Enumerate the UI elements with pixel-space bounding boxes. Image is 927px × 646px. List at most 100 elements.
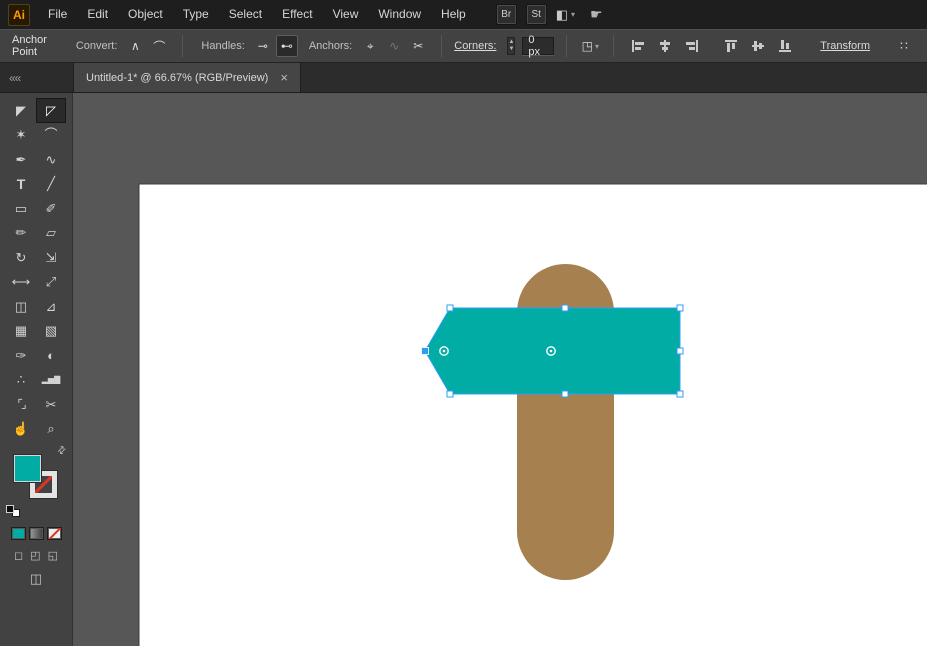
draw-mode-icon: ◻ (14, 550, 24, 562)
screen-mode-button[interactable]: ◫ (30, 571, 42, 587)
color-button[interactable] (10, 527, 26, 540)
width-tool[interactable]: ⟷ (6, 270, 36, 295)
workspace-switcher[interactable]: ◧ ▾ (556, 7, 575, 23)
canvas[interactable] (73, 93, 927, 646)
corners-input[interactable]: 0 px (522, 34, 555, 58)
gradient-tool[interactable]: ▧ (36, 319, 66, 344)
anchor-handle[interactable] (561, 390, 569, 398)
stepper-down-icon[interactable]: ▼ (508, 46, 514, 53)
draw-inside-mode[interactable]: ◱ (48, 549, 58, 562)
convert-to-corner-button[interactable]: ∧ (124, 35, 146, 57)
menu-item[interactable]: Help (431, 0, 476, 29)
menu-item[interactable]: File (38, 0, 77, 29)
tool-panel: ◤ ◸ ✶ ⌒ ✒ ∿ T ╱ ▭ ✐ ✏ ▱ ↻ ⇲ ⟷ ⤢ ◫ ⊿ ▦ ▧ … (0, 93, 73, 646)
direct-selection-tool[interactable]: ◸ (36, 98, 66, 123)
shape-builder-tool[interactable]: ◫ (6, 294, 36, 319)
corners-stepper[interactable]: ▲ ▼ (507, 37, 516, 55)
anchor-handle[interactable] (676, 347, 684, 355)
anchor-handle[interactable] (676, 390, 684, 398)
align-horizontal-center-button[interactable] (653, 35, 677, 57)
horizontal-align-buttons (626, 35, 704, 57)
menu-item[interactable]: Edit (77, 0, 118, 29)
align-vertical-bottom-button[interactable] (773, 35, 797, 57)
document-tab[interactable]: Untitled-1* @ 66.67% (RGB/Preview) × (73, 63, 301, 92)
control-bar: Anchor Point Convert: ∧ ⌒ Handles: ⊸ ⊷ Anc… (0, 29, 927, 63)
pen-tool[interactable]: ✒ (6, 147, 36, 172)
scale-tool[interactable]: ⇲ (36, 245, 66, 270)
perspective-grid-tool[interactable]: ⊿ (36, 294, 66, 319)
anchor-handle[interactable] (446, 390, 454, 398)
symbol-sprayer-tool[interactable]: ∴ (6, 368, 36, 393)
slice-tool[interactable]: ✂ (36, 392, 66, 417)
mesh-tool[interactable]: ▦ (6, 319, 36, 344)
lasso-tool[interactable]: ⌒ (36, 123, 66, 148)
control-panel-menu-icon[interactable]: ∷ (893, 35, 915, 57)
remove-anchor-button[interactable]: ⌖ (359, 35, 381, 57)
align-horizontal-left-icon (632, 40, 645, 52)
align-vertical-center-button[interactable] (746, 35, 770, 57)
touch-workspace-icon[interactable]: ☛ (590, 6, 603, 23)
hide-handles-button[interactable]: ⊸ (252, 35, 274, 57)
eraser-tool[interactable]: ▱ (36, 221, 66, 246)
tool-icon: ⊿ (45, 298, 57, 314)
line-segment-tool[interactable]: ╱ (36, 172, 66, 197)
connect-anchors-button[interactable]: ∿ (383, 35, 405, 57)
tool-icon: ▧ (44, 323, 58, 339)
close-icon[interactable]: × (280, 71, 288, 84)
artboard-tool[interactable]: ⌜⌟ (6, 392, 36, 417)
fill-swatch[interactable] (14, 455, 41, 482)
menu-list: File Edit Object Type Select Effect View Window… (38, 0, 476, 29)
hand-tool[interactable]: ☝ (6, 417, 36, 442)
app-logo[interactable]: Ai (8, 3, 30, 26)
menu-item[interactable]: Window (368, 0, 431, 29)
menu-item[interactable]: Select (219, 0, 272, 29)
anchor-handle[interactable] (561, 304, 569, 312)
anchor-handle[interactable] (676, 304, 684, 312)
type-tool[interactable]: T (6, 172, 36, 197)
draw-behind-mode[interactable]: ◰ (30, 549, 40, 562)
bridge-button[interactable]: Br (495, 4, 517, 25)
menu-item[interactable]: Type (173, 0, 219, 29)
curvature-tool[interactable]: ∿ (36, 147, 66, 172)
tools-grid: ◤ ◸ ✶ ⌒ ✒ ∿ T ╱ ▭ ✐ ✏ ▱ ↻ ⇲ ⟷ ⤢ ◫ ⊿ ▦ ▧ … (6, 98, 66, 441)
convert-to-smooth-button[interactable]: ⌒ (148, 35, 170, 57)
anchor-handle[interactable] (446, 304, 454, 312)
column-graph-tool[interactable]: ▂▅▇ (36, 368, 66, 393)
gradient-button[interactable] (28, 527, 44, 540)
zoom-tool[interactable]: ⌕ (36, 417, 66, 442)
menu-item[interactable]: Object (118, 0, 173, 29)
select-similar-button[interactable]: ◳ ▾ (579, 35, 601, 57)
draw-normal-mode[interactable]: ◻ (14, 549, 23, 562)
menu-item[interactable]: Effect (272, 0, 322, 29)
tool-icon: ▱ (46, 225, 56, 241)
eyedropper-tool[interactable]: ✑ (6, 343, 36, 368)
align-horizontal-left-button[interactable] (626, 35, 650, 57)
align-vertical-top-button[interactable] (719, 35, 743, 57)
selected-anchor-handle[interactable] (421, 347, 429, 355)
none-button[interactable] (46, 527, 62, 540)
tool-icon: ◸ (46, 102, 56, 118)
pencil-tool[interactable]: ✏ (6, 221, 36, 246)
free-transform-tool[interactable]: ⤢ (36, 270, 66, 295)
rotate-tool[interactable]: ↻ (6, 245, 36, 270)
magic-wand-tool[interactable]: ✶ (6, 123, 36, 148)
teal-arrow-shape[interactable] (425, 308, 680, 394)
select-similar-icon: ◳ (581, 39, 593, 53)
blend-tool[interactable]: ◐ (36, 343, 66, 368)
default-fill-stroke-icon[interactable] (6, 505, 20, 517)
align-horizontal-right-button[interactable] (680, 35, 704, 57)
selection-tool[interactable]: ◤ (6, 98, 36, 123)
show-handles-button[interactable]: ⊷ (275, 35, 298, 57)
menu-item[interactable]: View (323, 0, 369, 29)
anchors-label: Anchors: (308, 40, 353, 52)
transform-link[interactable]: Transform (820, 40, 870, 52)
cut-path-button[interactable]: ✂ (407, 35, 429, 57)
tool-icon: ╱ (47, 176, 55, 192)
stepper-up-icon[interactable]: ▲ (508, 39, 514, 46)
panel-collapse-icon[interactable]: «« (0, 63, 73, 92)
stock-button[interactable]: St (525, 4, 547, 25)
corners-link[interactable]: Corners: (454, 40, 496, 52)
paintbrush-tool[interactable]: ✐ (36, 196, 66, 221)
swap-fill-stroke-icon[interactable]: ⇄ (55, 444, 69, 458)
rectangle-tool[interactable]: ▭ (6, 196, 36, 221)
